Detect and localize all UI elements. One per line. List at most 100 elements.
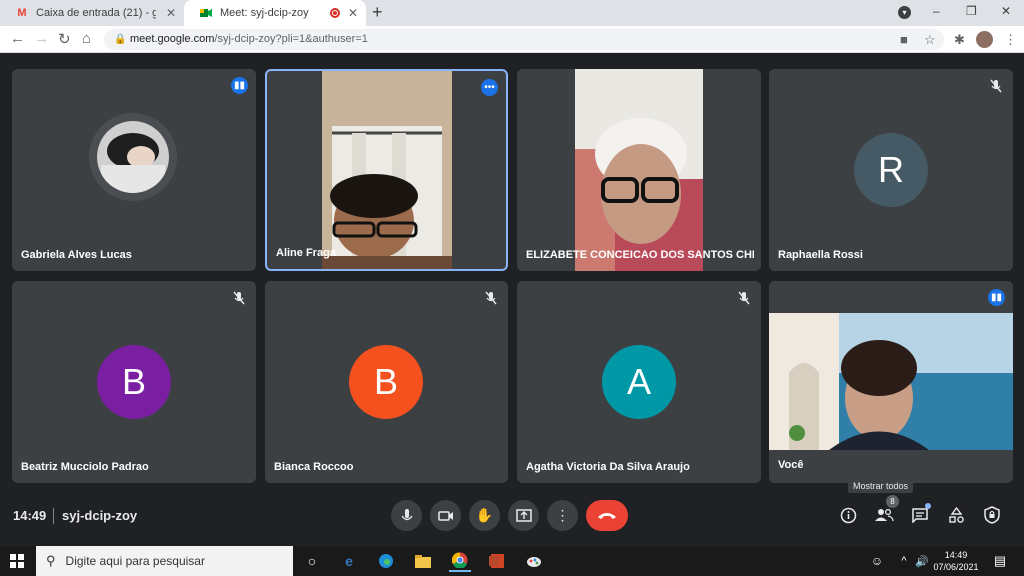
avatar [97,121,169,193]
show-all-tooltip: Mostrar todos [848,479,914,493]
clock-time: 14:49 [944,550,968,560]
participant-tile[interactable]: ▮▮ Você [769,281,1013,483]
participant-video [322,71,452,269]
powerpoint-icon[interactable] [486,550,508,572]
tab-gmail[interactable]: M Caixa de entrada (21) - godoydel ✕ [0,0,184,26]
chat-icon [911,508,928,523]
close-tab-icon[interactable]: ✕ [166,6,176,20]
people-button[interactable] [874,505,894,525]
tab-meet[interactable]: Meet: syj-dcip-zoy ✕ [184,0,366,26]
audio-level-icon: ▮▮ [231,77,248,94]
back-icon[interactable]: ← [10,30,25,47]
chrome-icon[interactable] [449,550,471,572]
participant-name: Bianca Roccoo [274,461,354,473]
close-tab-icon[interactable]: ✕ [348,6,358,20]
maximize-button[interactable]: ❐ [966,4,977,18]
end-call-button[interactable] [586,500,628,531]
mic-off-icon [738,291,750,305]
chat-notification-dot [925,503,931,509]
menu-kebab-icon[interactable]: ⋮ [1004,32,1017,48]
more-options-button[interactable]: ⋮ [547,500,578,531]
avatar: A [602,345,676,419]
participant-tile[interactable]: B Beatriz Mucciolo Padrao [12,281,256,483]
divider [53,508,54,524]
tab-search-icon[interactable]: ▾ [898,6,911,19]
browser-tab-bar: M Caixa de entrada (21) - godoydel ✕ Mee… [0,0,1024,26]
mic-off-icon [233,291,245,305]
minimize-button[interactable]: – [933,4,940,18]
taskbar-search-input[interactable]: ⚲ Digite aqui para pesquisar [36,546,293,576]
task-view-icon[interactable]: ○ [301,550,323,572]
system-clock[interactable]: 14:49 07/06/2021 [930,549,982,573]
people-tray-icon[interactable]: ☺ [866,550,888,572]
participant-tile[interactable]: A Agatha Victoria Da Silva Araujo [517,281,761,483]
clock-date: 07/06/2021 [933,562,979,572]
notifications-icon[interactable]: ▤ [989,550,1011,572]
participant-name: Raphaella Rossi [778,249,863,261]
url-host: meet.google.com [130,33,215,45]
participant-name: ELIZABETE CONCEICAO DOS SANTOS CHE... [526,249,754,261]
close-window-button[interactable]: ✕ [1001,4,1011,18]
raise-hand-button[interactable]: ✋ [469,500,500,531]
recording-icon [330,8,340,18]
participant-name: Beatriz Mucciolo Padrao [21,461,149,473]
camera-button[interactable] [430,500,461,531]
participant-video [769,313,1013,450]
url-path: /syj-dcip-zoy?pli=1&authuser=1 [214,33,368,45]
audio-level-icon: ▮▮ [988,289,1005,306]
search-icon: ⚲ [46,553,56,568]
participant-name: Aline Fraga [276,247,336,259]
participant-video [575,69,703,271]
participant-name: Agatha Victoria Da Silva Araujo [526,461,690,473]
extensions-icon[interactable]: ✱ [954,32,965,48]
host-controls-button[interactable] [982,505,1002,525]
forward-icon[interactable]: → [34,30,49,47]
info-icon [840,507,856,523]
tab-title: Meet: syj-dcip-zoy [220,7,309,19]
avatar: R [854,133,928,207]
paint-app-icon[interactable] [523,550,545,572]
mic-off-icon [990,79,1002,93]
internet-explorer-icon[interactable]: e [338,550,360,572]
windows-start-icon[interactable] [10,554,24,568]
gmail-icon: M [17,7,27,19]
participant-tile[interactable]: ELIZABETE CONCEICAO DOS SANTOS CHE... [517,69,761,271]
participant-tile[interactable]: B Bianca Roccoo [265,281,508,483]
participant-name: Você [778,459,804,471]
meeting-time: 14:49 [13,508,47,523]
new-tab-button[interactable]: + [372,2,383,23]
meeting-code: syj-dcip-zoy [62,508,138,523]
meeting-details-button[interactable] [838,505,858,525]
microphone-button[interactable] [391,500,422,531]
edge-icon[interactable] [375,550,397,572]
home-icon[interactable]: ⌂ [82,30,91,47]
activities-icon [948,506,964,523]
shield-lock-icon [984,506,1000,524]
camera-in-use-icon[interactable]: ■ [900,32,908,47]
meet-icon [200,7,212,19]
participant-tile[interactable]: R Raphaella Rossi [769,69,1013,271]
mic-icon [400,508,413,520]
profile-avatar[interactable] [976,31,993,48]
lock-icon: 🔒 [114,34,127,45]
search-placeholder: Digite aqui para pesquisar [65,554,205,568]
participant-name: Gabriela Alves Lucas [21,249,132,261]
windows-taskbar: ⚲ Digite aqui para pesquisar ○ e ☺ ^ 🔊 1… [0,546,1024,576]
participant-tile[interactable]: ••• Aline Fraga [265,69,508,271]
people-icon [875,508,894,522]
hand-icon: ✋ [475,507,494,523]
reload-icon[interactable]: ↻ [58,30,71,48]
avatar: B [349,345,423,419]
avatar: B [97,345,171,419]
more-options-icon[interactable]: ••• [481,79,498,96]
url-input[interactable]: 🔒 meet.google.com/syj-dcip-zoy?pli=1&aut… [104,29,944,50]
file-explorer-icon[interactable] [412,550,434,572]
hang-up-icon [598,512,616,519]
kebab-icon: ⋮ [555,507,570,523]
bookmark-star-icon[interactable]: ☆ [924,32,936,48]
present-screen-button[interactable] [508,500,539,531]
mic-off-icon [485,291,497,305]
camera-icon [437,510,453,521]
participant-tile[interactable]: ▮▮ Gabriela Alves Lucas [12,69,256,271]
activities-button[interactable] [946,505,966,525]
